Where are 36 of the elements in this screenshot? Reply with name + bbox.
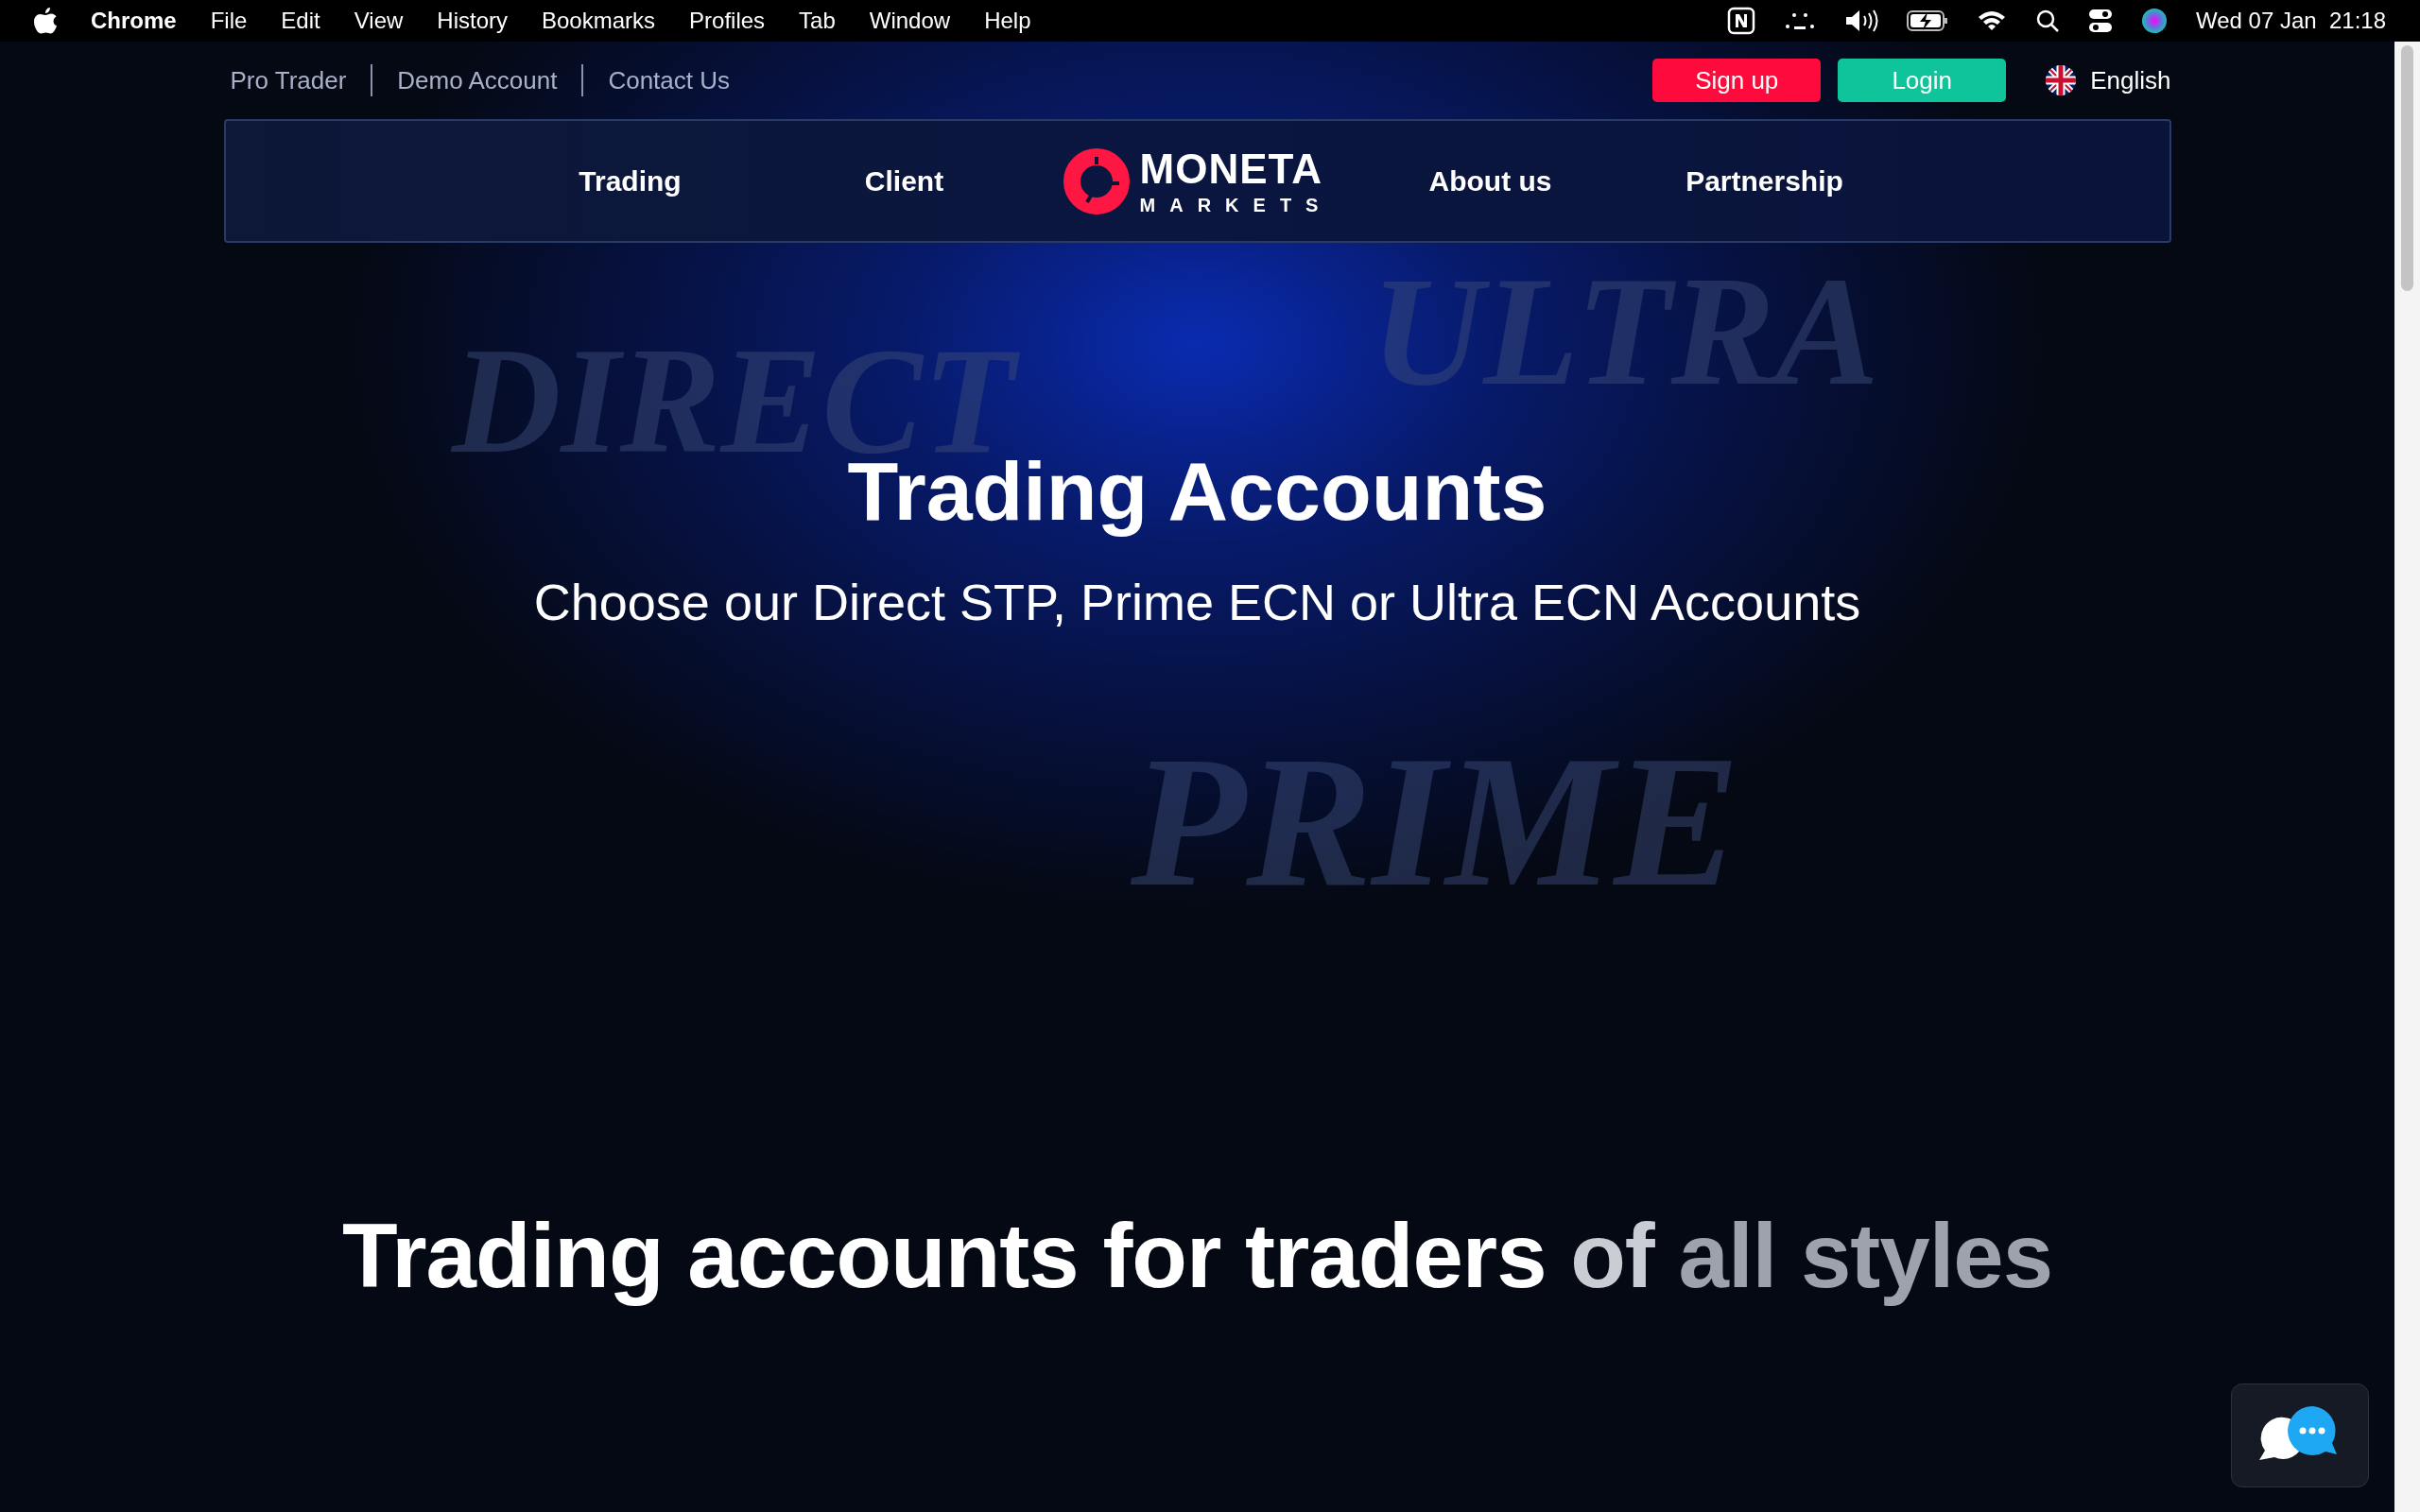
battery-icon[interactable]	[1906, 9, 1948, 32]
menu-clock: Wed 07 Jan 21:18	[2195, 7, 2386, 35]
apple-icon[interactable]	[34, 8, 57, 34]
language-selector[interactable]: English	[2090, 61, 2171, 99]
scrollbar[interactable]	[2394, 42, 2420, 1512]
control-center-icon[interactable]	[2087, 8, 2113, 34]
notion-icon[interactable]	[1726, 7, 1755, 35]
menu-item[interactable]: Edit	[281, 4, 320, 38]
nav-link[interactable]: Trading	[493, 160, 768, 202]
menu-item[interactable]: Profiles	[689, 4, 766, 38]
chat-button[interactable]	[2231, 1383, 2369, 1487]
menu-app-name[interactable]: Chrome	[91, 4, 177, 38]
nav-link[interactable]: Partnership	[1627, 160, 1902, 202]
top-link[interactable]: Contact Us	[608, 61, 731, 99]
nav-link[interactable]: About us	[1353, 160, 1628, 202]
menu-item[interactable]: View	[354, 4, 404, 38]
top-link[interactable]: Pro Trader	[223, 61, 347, 99]
menu-item[interactable]: Bookmarks	[542, 4, 656, 38]
menu-item[interactable]: File	[210, 4, 248, 38]
menu-item[interactable]: Window	[869, 4, 951, 38]
logo-wordmark: MONETA	[1139, 147, 1323, 190]
section-heading: Trading accounts for traders of all styles	[341, 1204, 2053, 1309]
volume-icon[interactable]	[1843, 9, 1878, 33]
logo-subtitle: MARKETS	[1139, 195, 1333, 215]
logo-icon	[1062, 146, 1131, 215]
top-link[interactable]: Demo Account	[397, 61, 558, 99]
nav-link[interactable]: Client	[767, 160, 1042, 202]
menu-item[interactable]: History	[437, 4, 508, 38]
siri-icon[interactable]	[2140, 8, 2168, 34]
signup-button[interactable]: Sign up	[1652, 59, 1822, 102]
search-icon[interactable]	[2034, 9, 2060, 33]
menu-item[interactable]: Tab	[799, 4, 836, 38]
uk-flag-icon[interactable]	[2045, 64, 2078, 96]
dots-icon[interactable]	[1783, 10, 1816, 31]
menu-item[interactable]: Help	[984, 4, 1031, 38]
page-subtitle: Choose our Direct STP, Prime ECN or Ultra ECN Accounts	[533, 572, 1861, 632]
